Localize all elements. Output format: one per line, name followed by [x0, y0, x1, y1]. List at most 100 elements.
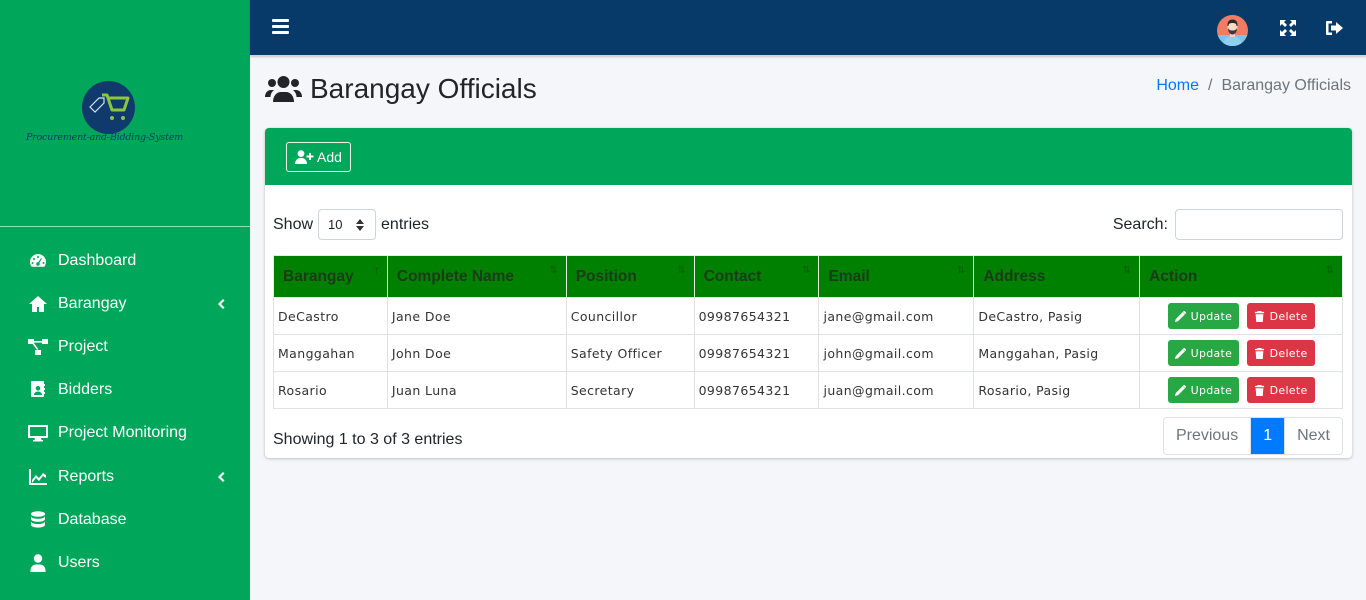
card-header: Add — [265, 128, 1352, 185]
select-arrows-icon — [356, 219, 365, 231]
sidebar-item-label: Barangay — [58, 294, 127, 312]
column-header-email[interactable]: Email ⇅ — [818, 255, 975, 298]
cell-address: Rosario, Pasig — [973, 371, 1141, 409]
cell-contact: 09987654321 — [693, 371, 820, 409]
page-length-control: Show 10 entries — [273, 209, 429, 240]
pagination-next[interactable]: Next — [1284, 418, 1342, 454]
sort-icon: ⇅ — [1325, 265, 1334, 276]
chevron-left-icon[interactable] — [216, 298, 226, 310]
sort-icon: ⇅ — [677, 265, 686, 276]
column-header-action[interactable]: Action ⇅ — [1139, 255, 1343, 298]
cell-position: Secretary — [565, 371, 695, 409]
sidebar-item-barangay[interactable]: Barangay — [0, 282, 250, 325]
pagination-page-1[interactable]: 1 — [1250, 418, 1285, 454]
trash-icon — [1254, 310, 1264, 322]
sidebar-item-project-monitoring[interactable]: Project Monitoring — [0, 412, 250, 455]
cell-barangay: DeCastro — [273, 297, 388, 335]
update-button[interactable]: Update — [1167, 303, 1240, 329]
trash-icon — [1254, 347, 1264, 359]
show-label: Show — [273, 215, 314, 233]
breadcrumb: Home / Barangay Officials — [1156, 77, 1351, 95]
sort-icon: ⇅ — [956, 265, 966, 276]
update-button[interactable]: Update — [1167, 340, 1240, 366]
sidebar-item-label: Project — [58, 337, 108, 355]
chart-line-icon — [27, 467, 49, 487]
cell-barangay: Rosario — [273, 371, 388, 409]
search-input[interactable] — [1175, 209, 1343, 240]
officials-card: Add Show 10 entries Search: Barangay ↑ Co… — [265, 128, 1352, 458]
cart-logo-icon[interactable] — [82, 81, 135, 134]
pencil-icon — [1174, 347, 1186, 359]
chevron-left-icon[interactable] — [216, 471, 226, 483]
column-header-address[interactable]: Address ⇅ — [973, 255, 1141, 298]
home-icon — [27, 294, 49, 314]
sidebar-item-bidders[interactable]: Bidders — [0, 369, 250, 412]
table-search: Search: — [1113, 209, 1343, 240]
sidebar: Procurement-and-Bidding-System Dashboard… — [0, 0, 250, 600]
pencil-icon — [1174, 310, 1186, 322]
update-button[interactable]: Update — [1167, 377, 1240, 403]
cell-position: Councillor — [565, 297, 695, 335]
search-label: Search: — [1112, 215, 1168, 233]
cell-email: john@gmail.com — [818, 334, 975, 372]
delete-button[interactable]: Delete — [1246, 377, 1315, 403]
sidebar-item-label: Reports — [58, 467, 115, 485]
sidebar-item-dashboard[interactable]: Dashboard — [0, 239, 250, 282]
entries-label: entries — [381, 215, 430, 233]
cell-contact: 09987654321 — [693, 297, 820, 335]
sidebar-item-users[interactable]: Users — [0, 541, 250, 584]
cell-email: juan@gmail.com — [818, 371, 975, 409]
page-title-text: Barangay Officials — [310, 73, 537, 104]
cell-name: Jane Doe — [386, 297, 567, 335]
table-row: Manggahan John Doe Safety Officer 099876… — [273, 334, 1343, 372]
sort-icon: ⇅ — [802, 265, 811, 276]
page-length-select[interactable]: 10 — [318, 209, 377, 240]
pagination-previous[interactable]: Previous — [1163, 418, 1251, 454]
table-row: Rosario Juan Luna Secretary 09987654321 … — [273, 371, 1343, 409]
column-header-contact[interactable]: Contact ⇅ — [693, 255, 820, 298]
add-button-label: Add — [317, 149, 342, 165]
hamburger-icon[interactable] — [272, 19, 289, 36]
sort-icon: ⇅ — [549, 265, 558, 276]
sign-out-icon[interactable] — [1325, 20, 1343, 36]
sidebar-item-label: Users — [58, 553, 100, 571]
cell-name: Juan Luna — [386, 371, 567, 409]
sidebar-item-project[interactable]: Project — [0, 325, 250, 368]
breadcrumb-home-link[interactable]: Home — [1156, 77, 1199, 95]
breadcrumb-current: Barangay Officials — [1221, 77, 1351, 94]
cell-barangay: Manggahan — [273, 334, 388, 372]
cell-position: Safety Officer — [565, 334, 695, 372]
address-book-icon — [27, 380, 49, 400]
brand: Procurement-and-Bidding-System — [0, 0, 250, 227]
cell-name: John Doe — [386, 334, 567, 372]
delete-button[interactable]: Delete — [1246, 340, 1315, 366]
users-icon — [265, 75, 302, 103]
user-plus-icon — [295, 150, 314, 164]
sidebar-item-label: Bidders — [58, 381, 113, 399]
expand-icon[interactable] — [1280, 20, 1296, 36]
table-info: Showing 1 to 3 of 3 entries — [273, 431, 463, 448]
sidebar-item-label: Project Monitoring — [58, 424, 187, 442]
sort-asc-icon: ↑ — [373, 265, 379, 276]
column-header-barangay[interactable]: Barangay ↑ — [273, 255, 388, 298]
brand-name: Procurement-and-Bidding-System — [26, 132, 183, 143]
breadcrumb-separator: / — [1208, 77, 1213, 94]
trash-icon — [1254, 384, 1264, 396]
cell-address: DeCastro, Pasig — [973, 297, 1141, 335]
sidebar-nav: Dashboard Barangay Project Bidders Proje… — [0, 227, 250, 585]
sidebar-item-database[interactable]: Database — [0, 498, 250, 541]
top-navbar — [250, 0, 1366, 56]
database-icon — [27, 510, 49, 530]
user-avatar[interactable] — [1217, 15, 1248, 46]
page-title: Barangay Officials — [265, 73, 537, 105]
desktop-icon — [27, 423, 49, 443]
cell-action: Update Delete — [1139, 371, 1343, 409]
delete-button[interactable]: Delete — [1246, 303, 1315, 329]
table-row: DeCastro Jane Doe Councillor 09987654321… — [273, 297, 1343, 335]
sidebar-item-reports[interactable]: Reports — [0, 455, 250, 498]
pagination: Previous 1 Next — [1162, 417, 1343, 455]
sidebar-item-label: Dashboard — [58, 251, 137, 269]
add-official-button[interactable]: Add — [286, 142, 351, 172]
column-header-complete-name[interactable]: Complete Name ⇅ — [386, 255, 567, 298]
column-header-position[interactable]: Position ⇅ — [565, 255, 695, 298]
